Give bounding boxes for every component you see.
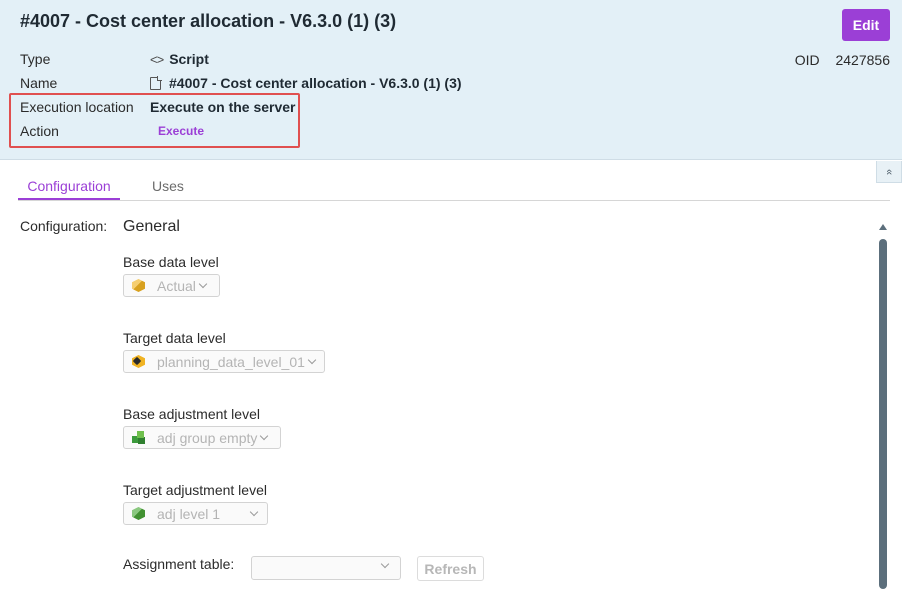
code-icon: <>: [150, 51, 164, 67]
type-label: Type: [20, 51, 51, 67]
section-title-general: General: [123, 218, 180, 235]
base-data-level-value: Actual: [157, 277, 196, 294]
target-data-level-value: planning_data_level_01: [157, 353, 305, 370]
assignment-table-label: Assignment table:: [123, 556, 235, 572]
configuration-label: Configuration:: [20, 218, 108, 234]
edit-button[interactable]: Edit: [842, 9, 890, 41]
name-value-text: #4007 - Cost center allocation - V6.3.0 …: [169, 75, 462, 91]
scroll-up-arrow-icon[interactable]: [879, 224, 887, 230]
document-icon: [150, 76, 162, 90]
oid-display: OID 2427856: [795, 52, 890, 68]
chevron-down-icon: [198, 279, 208, 288]
action-label: Action: [20, 123, 59, 139]
base-adjustment-level-label: Base adjustment level: [123, 406, 260, 422]
assignment-table-select[interactable]: [251, 556, 401, 580]
base-data-level-label: Base data level: [123, 254, 219, 270]
cube-target-icon: [132, 355, 145, 368]
cube-green-icon: [132, 507, 145, 520]
execution-location-value: Execute on the server: [150, 99, 296, 115]
refresh-button[interactable]: Refresh: [417, 556, 484, 581]
execute-link[interactable]: Execute: [158, 124, 204, 138]
chevron-down-icon: [249, 507, 259, 516]
type-value: <> Script: [150, 51, 209, 67]
target-data-level-select[interactable]: planning_data_level_01: [123, 350, 325, 373]
page-title: #4007 - Cost center allocation - V6.3.0 …: [20, 11, 397, 31]
target-adjustment-level-value: adj level 1: [157, 505, 221, 522]
oid-label: OID: [794, 52, 820, 68]
chevron-down-icon: [307, 355, 317, 364]
execution-location-label: Execution location: [20, 99, 134, 115]
name-label: Name: [20, 75, 58, 91]
target-data-level-label: Target data level: [123, 330, 226, 346]
chevron-down-icon: [380, 559, 390, 569]
header-panel: #4007 - Cost center allocation - V6.3.0 …: [0, 0, 902, 160]
base-adjustment-level-select[interactable]: adj group empty: [123, 426, 281, 449]
oid-value: 2427856: [835, 52, 890, 68]
base-adjustment-level-value: adj group empty: [157, 429, 258, 446]
cube-group-icon: [132, 431, 145, 444]
chevron-down-icon: [260, 431, 269, 440]
target-adjustment-level-select[interactable]: adj level 1: [123, 502, 268, 525]
name-value: #4007 - Cost center allocation - V6.3.0 …: [150, 75, 462, 91]
tab-bar: Configuration Uses: [18, 175, 890, 201]
tab-uses[interactable]: Uses: [152, 178, 184, 194]
base-data-level-select[interactable]: Actual: [123, 274, 220, 297]
cube-gold-icon: [132, 279, 145, 292]
scrollbar-thumb[interactable]: [879, 239, 887, 589]
type-value-text: Script: [169, 51, 209, 67]
tab-configuration[interactable]: Configuration: [18, 178, 120, 200]
double-chevron-up-icon: «: [883, 168, 895, 175]
target-adjustment-level-label: Target adjustment level: [123, 482, 267, 498]
